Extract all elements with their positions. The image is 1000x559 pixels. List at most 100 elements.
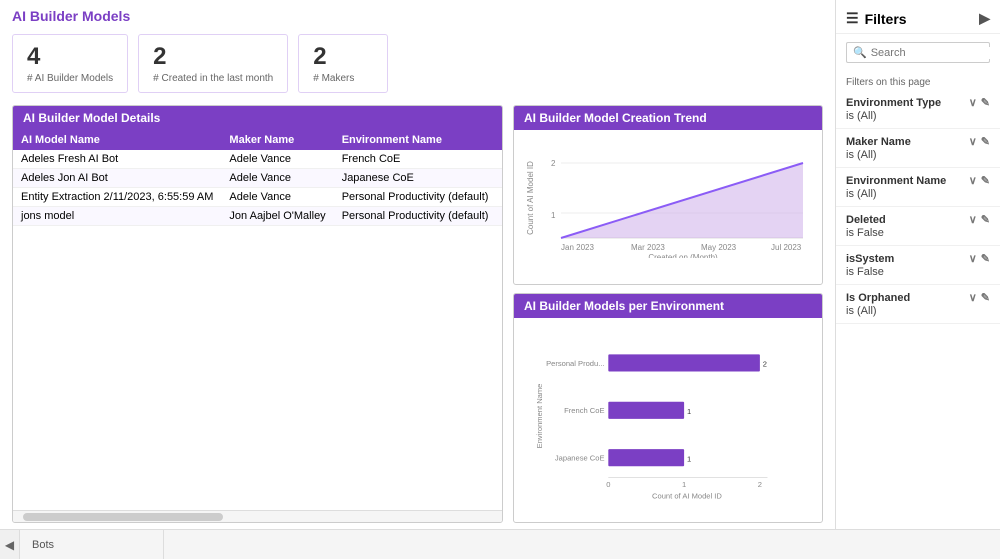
tab-bar: ◀ Teams EnvironmentsAppsCloud FlowsCusto… [0, 529, 1000, 559]
svg-text:Jul 2023: Jul 2023 [771, 243, 802, 252]
chevron-down-icon: ∨ [969, 174, 977, 187]
table-cell: EntityExtraction [496, 188, 502, 207]
model-details-table-container[interactable]: AI Model NameMaker NameEnvironment NameT… [13, 130, 502, 510]
env-chart-content: Environment Name Personal Produ... 2 Fre… [514, 318, 822, 514]
summary-card-2: 2 # Makers [298, 34, 388, 93]
horizontal-scrollbar[interactable] [13, 510, 502, 522]
summary-cards-row: 4 # AI Builder Models2 # Created in the … [0, 28, 835, 99]
middle-section: AI Builder Model Details AI Model NameMa… [0, 99, 835, 529]
filter-item-title: isSystem ∨ ✎ [846, 252, 990, 265]
model-details-table: AI Model NameMaker NameEnvironment NameT… [13, 130, 502, 226]
svg-text:Count of AI Model ID: Count of AI Model ID [652, 491, 722, 500]
filter-title-text: Deleted [846, 214, 886, 226]
filter-title-text: isSystem [846, 253, 894, 265]
filter-item-2[interactable]: Environment Name ∨ ✎ is (All) [836, 168, 1000, 207]
scrollbar-thumb [23, 513, 223, 521]
table-cell: BinaryClassification [496, 169, 502, 188]
filter-item-icons: ∨ ✎ [969, 135, 990, 148]
env-chart-svg: Environment Name Personal Produ... 2 Fre… [522, 326, 814, 506]
tabs-container: Teams EnvironmentsAppsCloud FlowsCustom … [20, 529, 164, 559]
table-row[interactable]: jons modelJon Aajbel O'MalleyPersonal Pr… [13, 207, 502, 226]
model-details-panel: AI Builder Model Details AI Model NameMa… [12, 105, 503, 523]
filter-item-5[interactable]: Is Orphaned ∨ ✎ is (All) [836, 285, 1000, 324]
svg-text:Environment Name: Environment Name [535, 384, 544, 449]
filter-items-container: Environment Type ∨ ✎ is (All) Maker Name… [836, 90, 1000, 324]
table-cell: Adele Vance [221, 169, 333, 188]
edit-icon: ✎ [981, 252, 990, 265]
trend-chart-svg: Count of AI Model ID 2 1 [522, 138, 814, 258]
edit-icon: ✎ [981, 213, 990, 226]
filter-item-value: is (All) [846, 188, 990, 200]
filter-icon: ☰ [846, 10, 859, 27]
model-details-header: AI Builder Model Details [13, 106, 502, 130]
filter-item-icons: ∨ ✎ [969, 174, 990, 187]
filter-item-icons: ∨ ✎ [969, 252, 990, 265]
filter-item-title: Deleted ∨ ✎ [846, 213, 990, 226]
chevron-down-icon: ∨ [969, 213, 977, 226]
filter-title-text: Maker Name [846, 136, 911, 148]
svg-text:2: 2 [551, 159, 556, 168]
svg-text:1: 1 [682, 480, 686, 489]
chevron-down-icon: ∨ [969, 252, 977, 265]
table-cell: Jon Aajbel O'Malley [221, 207, 333, 226]
table-cell: jons model [13, 207, 221, 226]
filter-search-box[interactable]: 🔍 [846, 42, 990, 63]
table-cell: Adele Vance [221, 188, 333, 207]
svg-text:May 2023: May 2023 [701, 243, 737, 252]
table-cell: Adeles Jon AI Bot [13, 169, 221, 188]
edit-icon: ✎ [981, 96, 990, 109]
filter-item-title: Environment Type ∨ ✎ [846, 96, 990, 109]
filter-section-label: Filters on this page [836, 71, 1000, 90]
trend-chart-box: AI Builder Model Creation Trend Count of… [513, 105, 823, 285]
filter-item-0[interactable]: Environment Type ∨ ✎ is (All) [836, 90, 1000, 129]
svg-text:Count of AI Model ID: Count of AI Model ID [526, 161, 535, 235]
summary-card-1: 2 # Created in the last month [138, 34, 288, 93]
filter-item-3[interactable]: Deleted ∨ ✎ is False [836, 207, 1000, 246]
filter-item-value: is (All) [846, 110, 990, 122]
table-cell: Entity Extraction 2/11/2023, 6:55:59 AM [13, 188, 221, 207]
table-column-header: Template [496, 130, 502, 150]
card-number-0: 4 [27, 43, 113, 71]
table-row[interactable]: Adeles Fresh AI BotAdele VanceFrench CoE… [13, 150, 502, 169]
table-cell: EntityExtraction [496, 207, 502, 226]
tab-bots[interactable]: Bots [20, 530, 164, 559]
table-cell: Adeles Fresh AI Bot [13, 150, 221, 169]
table-cell: Adele Vance [221, 150, 333, 169]
filter-item-4[interactable]: isSystem ∨ ✎ is False [836, 246, 1000, 285]
svg-text:Mar 2023: Mar 2023 [631, 243, 665, 252]
env-chart-box: AI Builder Models per Environment Enviro… [513, 293, 823, 523]
filter-search-input[interactable] [871, 47, 1000, 59]
table-cell: Japanese CoE [334, 169, 497, 188]
filter-item-1[interactable]: Maker Name ∨ ✎ is (All) [836, 129, 1000, 168]
svg-text:Created on (Month): Created on (Month) [648, 253, 718, 258]
table-cell: Personal Productivity (default) [334, 188, 497, 207]
filter-item-title: Is Orphaned ∨ ✎ [846, 291, 990, 304]
svg-text:2: 2 [758, 480, 762, 489]
filter-item-icons: ∨ ✎ [969, 96, 990, 109]
filter-item-value: is False [846, 266, 990, 278]
filter-title-text: Environment Type [846, 97, 941, 109]
svg-text:Personal Produ...: Personal Produ... [546, 359, 604, 368]
table-row[interactable]: Adeles Jon AI BotAdele VanceJapanese CoE… [13, 169, 502, 188]
summary-card-0: 4 # AI Builder Models [12, 34, 128, 93]
filter-item-title: Environment Name ∨ ✎ [846, 174, 990, 187]
table-cell: Personal Productivity (default) [334, 207, 497, 226]
chevron-down-icon: ∨ [969, 96, 977, 109]
svg-text:0: 0 [606, 480, 610, 489]
trend-chart-content: Count of AI Model ID 2 1 [514, 130, 822, 266]
page-title: AI Builder Models [0, 0, 835, 28]
edit-icon: ✎ [981, 291, 990, 304]
env-chart-header: AI Builder Models per Environment [514, 294, 822, 318]
table-column-header: Environment Name [334, 130, 497, 150]
card-label-2: # Makers [313, 73, 373, 84]
filter-title-text: Environment Name [846, 175, 946, 187]
table-row[interactable]: Entity Extraction 2/11/2023, 6:55:59 AMA… [13, 188, 502, 207]
filters-toggle-btn[interactable]: ▶ [979, 10, 990, 27]
table-column-header: AI Model Name [13, 130, 221, 150]
svg-text:Jan 2023: Jan 2023 [561, 243, 594, 252]
svg-text:French CoE: French CoE [564, 406, 604, 415]
card-label-1: # Created in the last month [153, 73, 273, 84]
filter-item-icons: ∨ ✎ [969, 213, 990, 226]
card-number-2: 2 [313, 43, 373, 71]
tab-prev-btn[interactable]: ◀ [0, 530, 20, 559]
